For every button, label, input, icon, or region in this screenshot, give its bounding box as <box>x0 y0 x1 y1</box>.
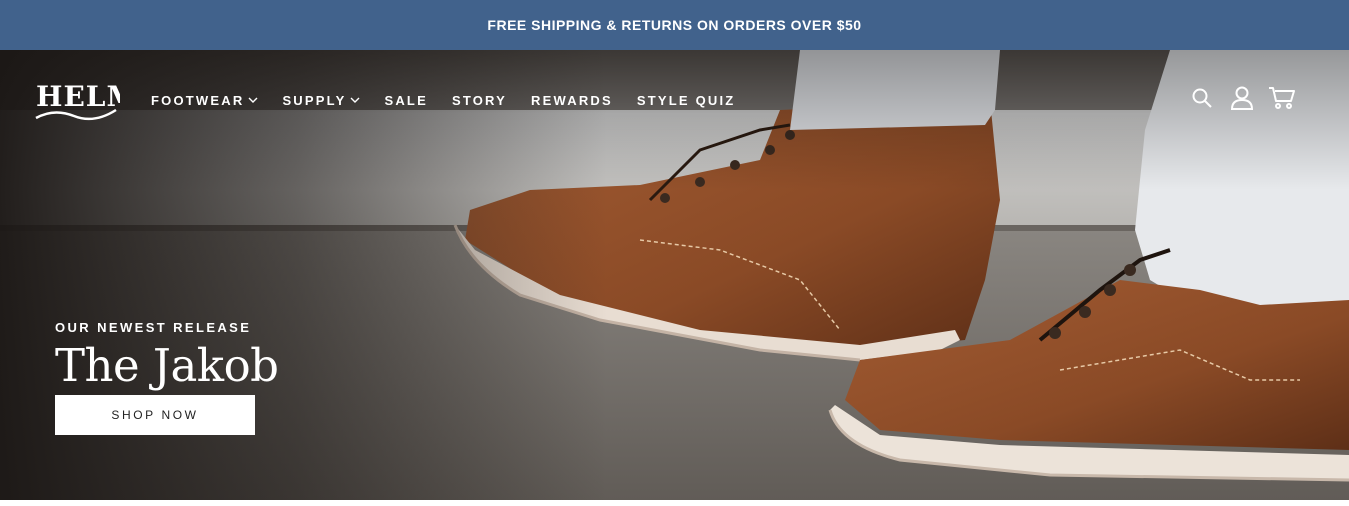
search-icon <box>1192 88 1212 108</box>
nav-sale[interactable]: SALE <box>384 91 427 109</box>
announcement-text: FREE SHIPPING & RETURNS ON ORDERS OVER $… <box>487 17 862 33</box>
nav-supply-label: SUPPLY <box>282 92 347 108</box>
account-icon <box>1230 86 1254 110</box>
header-icons <box>1188 84 1308 112</box>
shop-now-button[interactable]: SHOP NOW <box>55 395 255 435</box>
nav-footwear[interactable]: FOOTWEAR <box>151 91 258 109</box>
search-button[interactable] <box>1188 84 1216 112</box>
logo-text: HELM <box>36 80 120 113</box>
nav-story-label: STORY <box>451 92 508 108</box>
nav-rewards-label: REWARDS <box>531 92 613 108</box>
nav-story[interactable]: STORY <box>452 91 507 109</box>
chevron-down-icon <box>248 97 258 103</box>
nav-style-quiz-label: STYLE QUIZ <box>636 92 736 108</box>
chevron-down-icon <box>350 97 360 103</box>
nav-sale-label: SALE <box>384 92 428 108</box>
hero-eyebrow: OUR NEWEST RELEASE <box>55 320 252 335</box>
site-header: HELM FOOTWEAR SUPPLY SALE STORY REWARDS … <box>0 50 1349 150</box>
nav-style-quiz[interactable]: STYLE QUIZ <box>637 91 736 109</box>
announcement-bar: FREE SHIPPING & RETURNS ON ORDERS OVER $… <box>0 0 1349 50</box>
cart-button[interactable] <box>1268 84 1296 112</box>
helm-logo[interactable]: HELM <box>34 76 137 124</box>
main-nav: FOOTWEAR SUPPLY SALE STORY REWARDS STYLE… <box>151 91 759 109</box>
nav-footwear-label: FOOTWEAR <box>151 92 245 108</box>
hero-copy: OUR NEWEST RELEASE The Jakob <box>55 320 279 393</box>
cart-icon <box>1269 87 1295 109</box>
nav-supply[interactable]: SUPPLY <box>282 91 360 109</box>
nav-rewards[interactable]: REWARDS <box>531 91 613 109</box>
helm-logo-mark: HELM <box>35 80 137 121</box>
hero-headline: The Jakob <box>55 339 279 392</box>
account-button[interactable] <box>1228 84 1256 112</box>
